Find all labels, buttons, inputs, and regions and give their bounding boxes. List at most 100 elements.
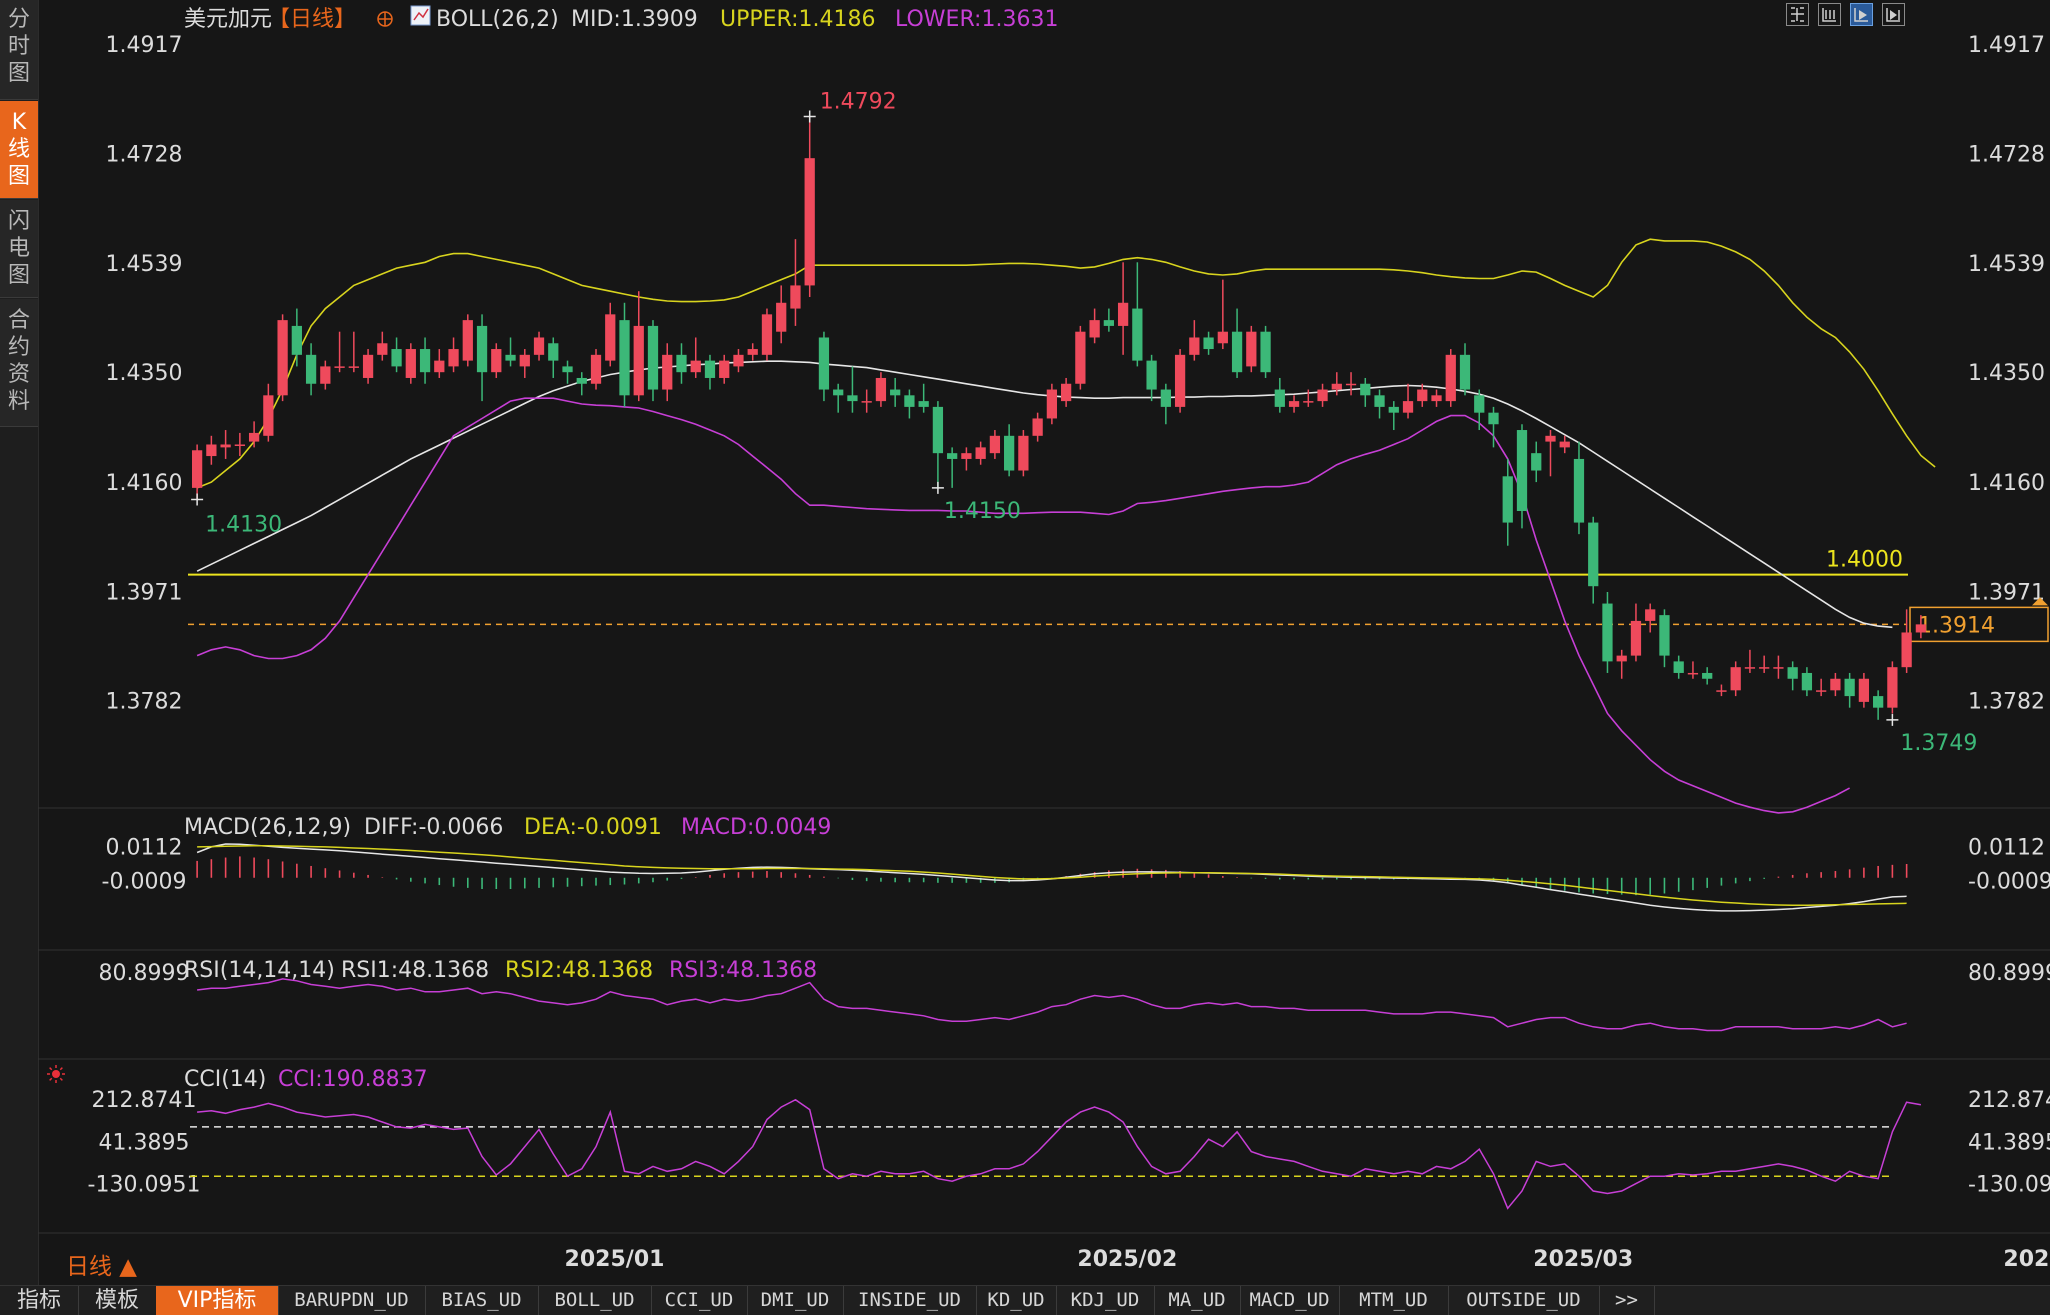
candle-body: [405, 349, 416, 378]
candle-body: [220, 444, 231, 448]
macd-hist-value: MACD:0.0049: [681, 815, 831, 840]
candle-body: [733, 354, 744, 367]
candle-body: [419, 349, 431, 373]
candle-body: [761, 314, 773, 355]
candle-body: [234, 444, 245, 446]
candle-body: [1873, 696, 1884, 708]
indicator-tab[interactable]: DMI_UD: [747, 1286, 844, 1315]
candle-body: [434, 360, 445, 373]
candle-body: [875, 377, 887, 402]
cci-pane-cci-line: [197, 1098, 1922, 1210]
indicator-tab[interactable]: MACD_UD: [1240, 1286, 1340, 1315]
tab-contract-info[interactable]: 合约资料: [0, 299, 38, 427]
candle-body: [1174, 354, 1186, 407]
candle-body: [719, 360, 730, 378]
candle-body: [804, 158, 815, 286]
candle-body: [1531, 453, 1542, 471]
candle-body: [662, 354, 673, 390]
candle-body: [1132, 308, 1143, 361]
candle-body: [1089, 320, 1100, 338]
extreme-label-low3: 1.3749: [1900, 731, 1977, 756]
candle-body: [847, 395, 858, 402]
candle-body: [1060, 383, 1072, 402]
rsi2-value: RSI2:48.1368: [505, 958, 653, 983]
macd-dea-value: DEA:-0.0091: [524, 815, 662, 840]
cci-pane-tick-left: 41.3895: [99, 1130, 190, 1155]
candle-body: [191, 450, 203, 488]
extreme-marker: [191, 493, 204, 506]
candle-body: [861, 401, 872, 403]
candle-body: [1032, 418, 1043, 436]
macd-title: MACD(26,12,9): [184, 815, 351, 840]
candle-body: [1360, 383, 1371, 396]
candle-body: [377, 343, 388, 355]
indicator-tab[interactable]: KD_UD: [976, 1286, 1057, 1315]
indicator-tab[interactable]: VIP指标: [156, 1286, 279, 1315]
candle-body: [833, 389, 844, 396]
macd-diff-value: DIFF:-0.0066: [364, 815, 503, 840]
tab-timeshare[interactable]: 分时图: [0, 0, 38, 100]
indicator-tab[interactable]: BARUPDN_UD: [278, 1286, 426, 1315]
rsi-pane: RSI(14,14,14) RSI1:48.1368 RSI2:48.1368 RSI…: [99, 958, 2050, 1032]
candle-body: [1203, 337, 1214, 350]
indicator-tab[interactable]: CCI_UD: [651, 1286, 748, 1315]
price-axis-tick-right: 1.4539: [1968, 252, 2045, 277]
indicator-tab[interactable]: MA_UD: [1154, 1286, 1241, 1315]
candle-body: [1816, 690, 1827, 692]
candle-body: [1588, 522, 1599, 587]
candle-body: [1189, 337, 1200, 355]
candle-body: [1559, 441, 1570, 448]
candle-body: [1260, 331, 1271, 373]
indicator-tab[interactable]: >>: [1599, 1286, 1655, 1315]
indicator-tab[interactable]: KDJ_UD: [1056, 1286, 1155, 1315]
boll-mid-value: MID:1.3909: [571, 7, 698, 32]
indicator-tab[interactable]: 指标: [0, 1286, 79, 1315]
crosshair-target-icon[interactable]: [377, 11, 393, 27]
x-axis: 2025/012025/022025/032025/042025/05: [565, 1247, 2050, 1272]
chart-area[interactable]: 美元加元 【日线】 BOLL(26,2) MID:1.3909 UPPER:1.…: [38, 0, 2050, 1285]
tab-flash[interactable]: 闪电图: [0, 200, 38, 298]
indicator-tab[interactable]: MTM_UD: [1339, 1286, 1449, 1315]
candle-body: [391, 349, 402, 367]
indicator-tab[interactable]: BIAS_UD: [425, 1286, 539, 1315]
candle-body: [1474, 395, 1485, 413]
candle-body: [291, 325, 302, 355]
candle-body: [676, 354, 687, 373]
candle-body: [1844, 678, 1855, 697]
price-axis-tick-right: 1.3971: [1968, 580, 2045, 605]
left-tab-bar: 分时图 K线图 闪电图 合约资料: [0, 0, 39, 1285]
candle-body: [1431, 395, 1442, 402]
candle-body: [263, 395, 274, 436]
candle-body: [633, 325, 644, 396]
indicator-tab[interactable]: BOLL_UD: [538, 1286, 652, 1315]
sun-icon-ray: [49, 1077, 53, 1081]
candle-body: [505, 354, 516, 361]
boll-upper-value: UPPER:1.4186: [720, 7, 876, 32]
period-label: 【日线】: [268, 7, 356, 32]
macd-pane-diff-line: [196, 843, 1907, 912]
sun-icon: [47, 1065, 65, 1083]
candle-body: [1645, 609, 1656, 621]
period-selector[interactable]: 日线 ▲: [66, 1247, 137, 1281]
candle-body: [890, 389, 901, 396]
candle-body: [1858, 678, 1870, 702]
candle-body: [1602, 603, 1613, 662]
rsi-pane-tick-right: 80.8999: [1968, 961, 2050, 986]
price-axis-tick-right: 1.4350: [1968, 361, 2045, 386]
tab-kline[interactable]: K线图: [0, 101, 38, 199]
candle-body: [576, 377, 587, 384]
indicator-tab[interactable]: 模板: [78, 1286, 157, 1315]
cci-pane-tick-left: 212.8741: [92, 1088, 197, 1113]
price-pane: 1.4917 1.4917 1.4728 1.4728 1.4539 1.4539 1.43…: [106, 33, 2049, 814]
extreme-marker: [1886, 713, 1899, 726]
candle-body: [562, 366, 573, 373]
candle-body: [1160, 389, 1171, 407]
indicator-tab[interactable]: OUTSIDE_UD: [1448, 1286, 1600, 1315]
price-axis-tick-right: 1.4917: [1968, 33, 2045, 58]
indicator-chart-icon[interactable]: [410, 5, 431, 26]
candle-body: [1787, 667, 1798, 679]
indicator-tab[interactable]: INSIDE_UD: [843, 1286, 977, 1315]
cci-pane-tick-right: -130.0951: [1968, 1173, 2050, 1198]
extreme-label-high: 1.4792: [820, 90, 897, 115]
candle-body: [1687, 672, 1699, 675]
